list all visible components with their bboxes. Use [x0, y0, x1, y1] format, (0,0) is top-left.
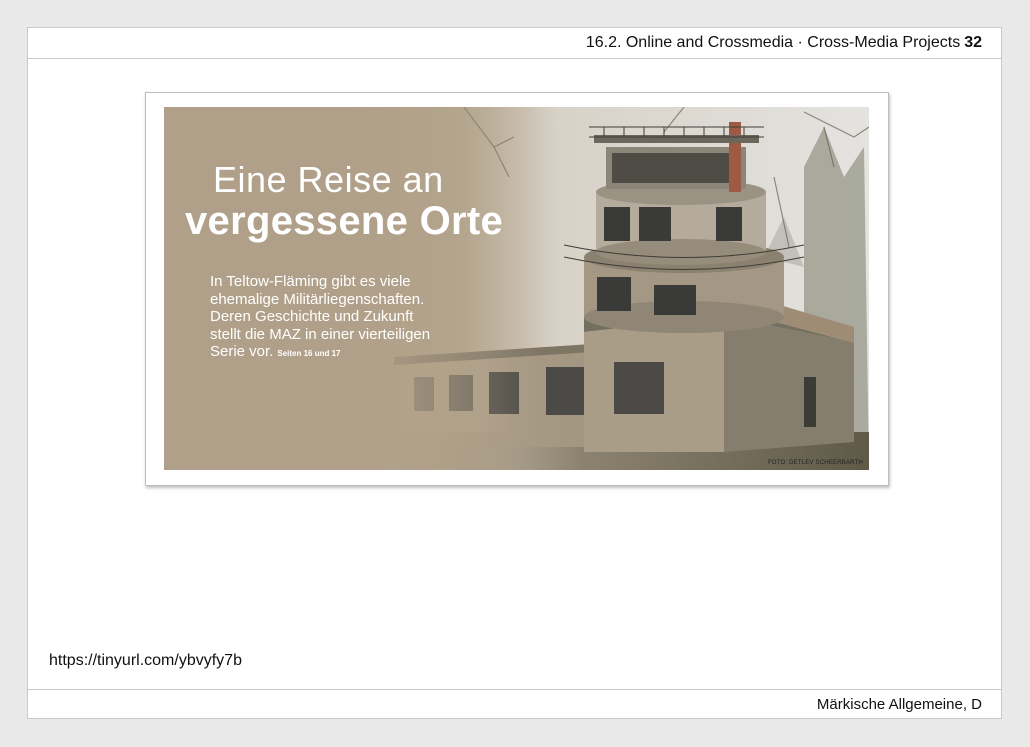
section-title: 16.2. Online and Crossmedia · Cross-Medi… [585, 34, 961, 51]
newspaper-clipping: Eine Reise an vergessene Orte In Teltow-… [145, 92, 889, 486]
pages-reference: Seiten 16 und 17 [277, 349, 341, 358]
source-label: Märkische Allgemeine, D [816, 696, 982, 713]
slide-page: 16.2. Online and Crossmedia · Cross-Medi… [27, 27, 1002, 719]
teaser-line: Deren Geschichte und Zukunft [210, 308, 414, 325]
tower-photo: Eine Reise an vergessene Orte In Teltow-… [164, 107, 869, 470]
teaser-line: ehemalige Militärliegenschaften. [210, 290, 425, 308]
teaser-line: stellt die MAZ in einer vierteiligen [210, 325, 431, 343]
teaser-text: In Teltow-Fläming gibt es viele ehemalig… [210, 273, 480, 363]
teaser-line: In Teltow-Fläming gibt es viele [210, 273, 411, 290]
header-title: 16.2. Online and Crossmedia · Cross-Medi… [586, 34, 982, 52]
photo-credit: FOTO: DETLEV SCHEERBARTH [768, 460, 863, 466]
headline-bold: vergessene Orte [185, 199, 504, 243]
page-footer: Märkische Allgemeine, D [28, 689, 1001, 719]
headline-light: Eine Reise an [213, 159, 444, 200]
page-header: 16.2. Online and Crossmedia · Cross-Medi… [28, 28, 1001, 59]
teaser-line-last: Serie vor. Seiten 16 und 17 [210, 343, 480, 363]
teaser-line-text: Serie vor. [210, 343, 274, 360]
page-number: 32 [964, 34, 982, 51]
article-link[interactable]: https://tinyurl.com/ybvyfy7b [49, 652, 242, 670]
